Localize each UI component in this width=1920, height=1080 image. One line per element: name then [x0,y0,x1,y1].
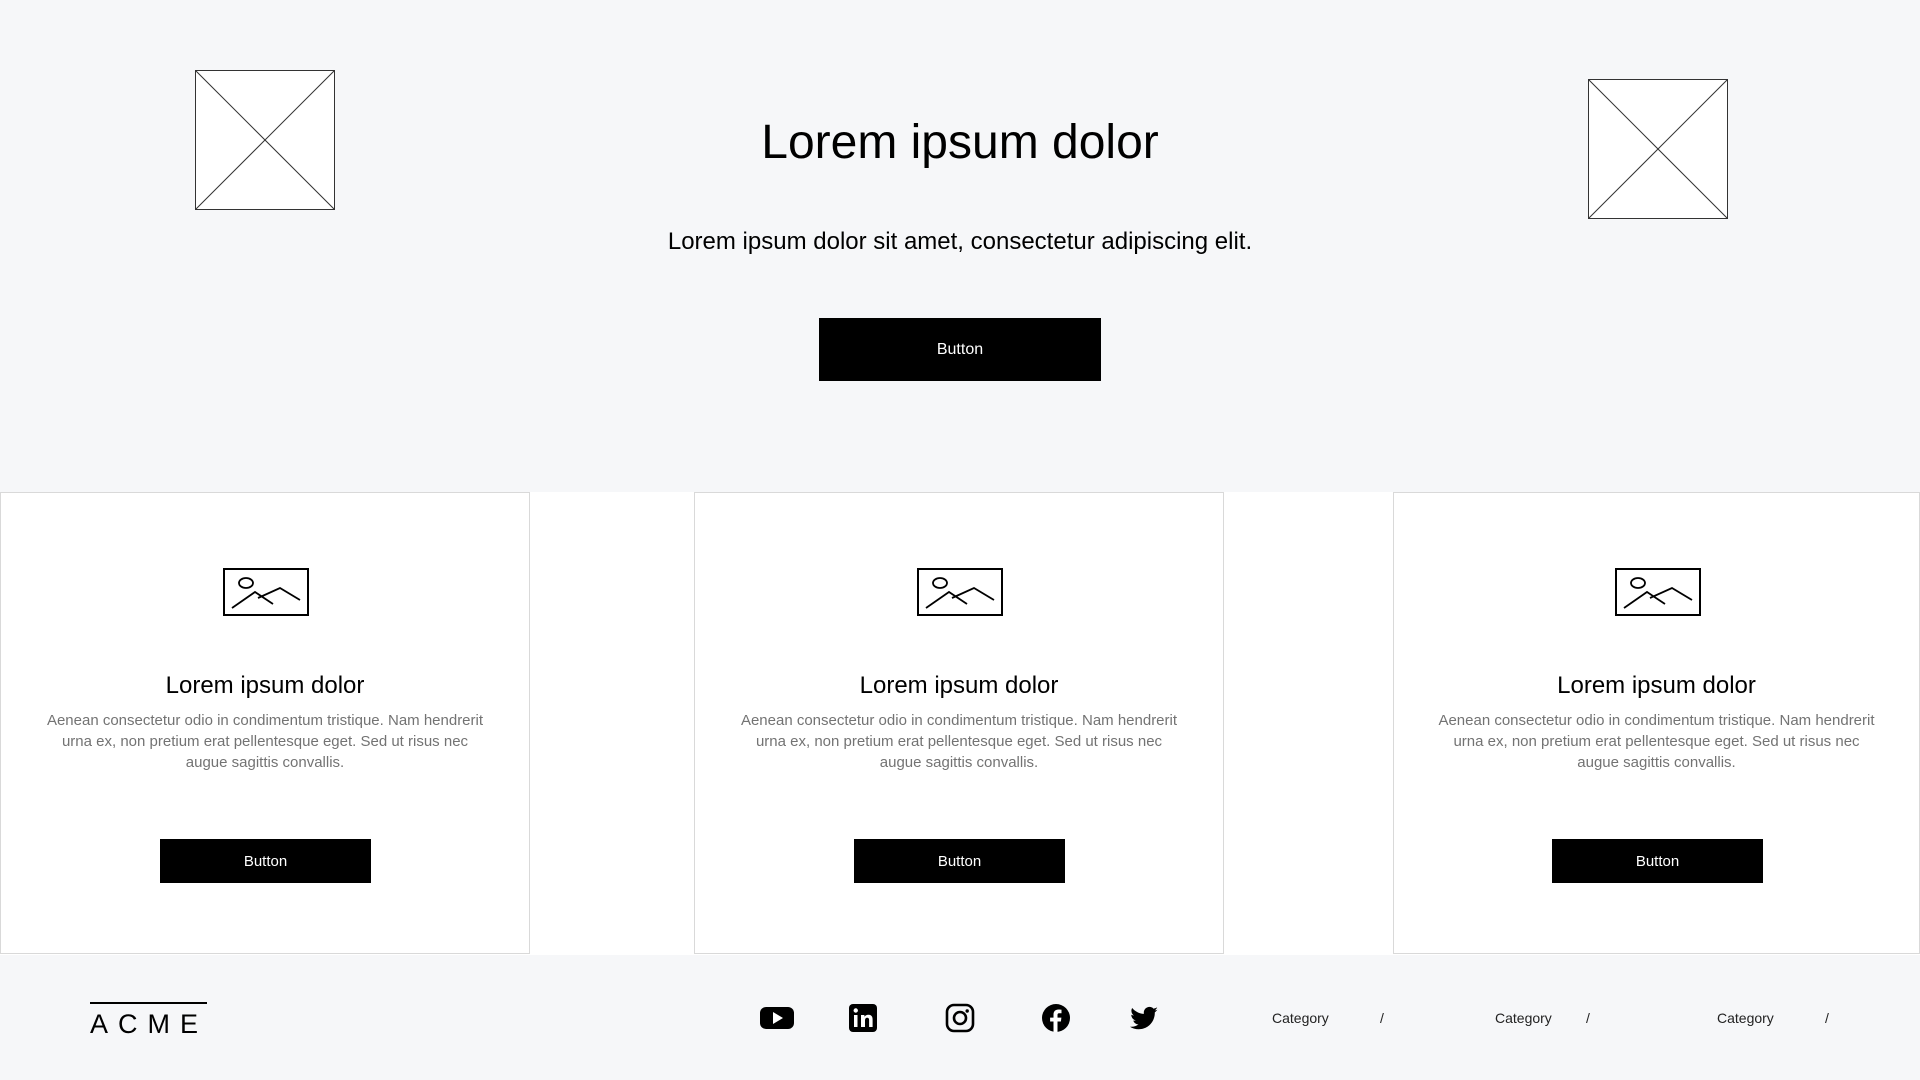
linkedin-icon[interactable] [846,1003,880,1033]
card-title: Lorem ipsum dolor [1557,672,1756,699]
youtube-icon[interactable] [760,1003,794,1033]
card-title: Lorem ipsum dolor [165,672,365,699]
card-text: Aenean consectetur odio in condimentum t… [740,712,1178,771]
hero-subtitle: Lorem ipsum dolor sit amet, consectetur … [667,228,1253,255]
footer-separator: / [1825,1010,1829,1026]
footer-separator: / [1380,1010,1384,1026]
acme-logo[interactable]: ACME [90,1002,207,1039]
facebook-icon[interactable] [1039,1003,1073,1033]
footer-category-2[interactable]: Category [1495,1008,1552,1028]
twitter-icon[interactable] [1127,1003,1161,1033]
card-button[interactable]: Button [160,839,371,883]
card-button[interactable]: Button [854,839,1065,883]
card-3: Lorem ipsum dolor Aenean consectetur odi… [1393,492,1920,954]
image-icon [223,568,309,616]
hero-title: Lorem ipsum dolor [761,116,1159,169]
card-text: Aenean consectetur odio in condimentum t… [1438,712,1875,771]
footer-category-3[interactable]: Category [1717,1008,1774,1028]
footer-category-1[interactable]: Category [1272,1008,1329,1028]
card-title: Lorem ipsum dolor [859,672,1059,699]
logo-text: ACME [90,1009,209,1039]
image-icon [1615,568,1701,616]
card-button[interactable]: Button [1552,839,1763,883]
card-text: Aenean consectetur odio in condimentum t… [46,712,484,771]
card-1: Lorem ipsum dolor Aenean consectetur odi… [0,492,530,954]
footer-separator: / [1586,1010,1590,1026]
hero-button[interactable]: Button [819,318,1101,381]
instagram-icon[interactable] [943,1003,977,1033]
logo-rule [90,1002,207,1004]
image-icon [917,568,1003,616]
card-2: Lorem ipsum dolor Aenean consectetur odi… [694,492,1224,954]
